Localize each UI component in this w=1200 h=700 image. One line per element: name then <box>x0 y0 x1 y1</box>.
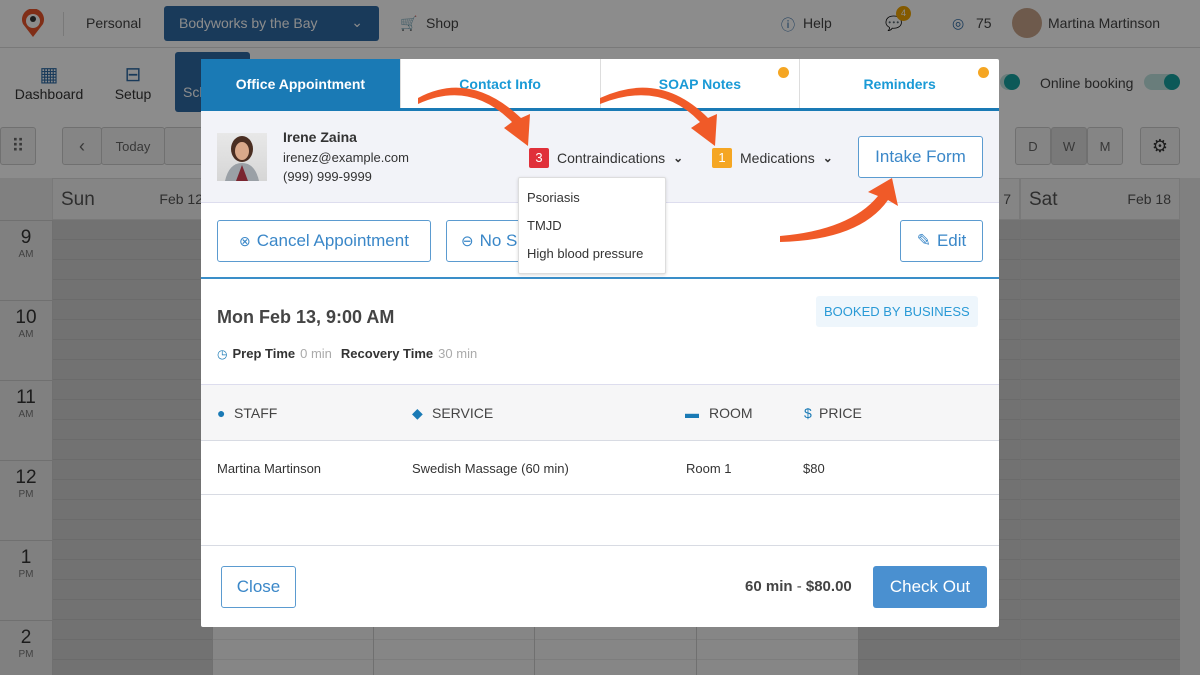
cell-staff: Martina Martinson <box>217 461 322 476</box>
notification-dot <box>978 67 989 78</box>
prep-time-label: Prep Time <box>232 346 296 361</box>
cell-price: $80 <box>803 461 825 476</box>
contraindications-dropdown[interactable]: 3 Contraindications ⌄ <box>529 148 683 168</box>
tab-office-appointment[interactable]: Office Appointment <box>201 59 400 108</box>
cancel-label: Cancel Appointment <box>256 231 409 250</box>
contraindication-item[interactable]: TMJD <box>527 218 562 233</box>
cell-service: Swedish Massage (60 min) <box>412 461 569 476</box>
edit-button[interactable]: ✎ Edit <box>900 220 983 262</box>
cell-room: Room 1 <box>686 461 732 476</box>
cancel-appointment-button[interactable]: ⊗ Cancel Appointment <box>217 220 431 262</box>
header-staff: STAFF <box>234 405 278 421</box>
medications-dropdown[interactable]: 1 Medications ⌄ <box>712 148 833 168</box>
close-button[interactable]: Close <box>221 566 296 608</box>
summary-duration: 60 min <box>745 578 793 595</box>
minus-circle-icon: ⊖ <box>461 233 474 250</box>
intake-form-button[interactable]: Intake Form <box>858 136 983 178</box>
chevron-down-icon: ⌄ <box>673 151 684 165</box>
contraindication-item[interactable]: High blood pressure <box>527 246 643 261</box>
summary: 60 min - $80.00 <box>745 578 852 595</box>
booked-by-badge: BOOKED BY BUSINESS <box>816 296 978 327</box>
recovery-time-value: 30 min <box>438 346 478 361</box>
modal-tabs: Office Appointment Contact Info SOAP Not… <box>201 59 999 111</box>
table-row: Martina Martinson Swedish Massage (60 mi… <box>201 441 999 495</box>
tab-label: Contact Info <box>459 75 541 92</box>
contraindications-label: Contraindications <box>557 150 666 166</box>
medications-count: 1 <box>712 148 732 168</box>
edit-icon: ✎ <box>916 231 931 250</box>
tab-label: Reminders <box>863 75 936 92</box>
check-out-button[interactable]: Check Out <box>873 566 987 608</box>
tab-label: Office Appointment <box>235 75 366 92</box>
tab-label: SOAP Notes <box>658 75 741 92</box>
contraindications-count: 3 <box>529 148 549 168</box>
client-email: irenez@example.com <box>283 150 409 165</box>
appointment-datetime: Mon Feb 13, 9:00 AM <box>217 307 395 327</box>
appointment-modal: Office Appointment Contact Info SOAP Not… <box>201 59 999 627</box>
edit-label: Edit <box>936 231 967 250</box>
client-name[interactable]: Irene Zaina <box>283 129 357 145</box>
appointment-details: Mon Feb 13, 9:00 AM BOOKED BY BUSINESS ◷… <box>201 279 999 385</box>
modal-footer: Close 60 min - $80.00 Check Out <box>201 545 999 627</box>
header-room: ROOM <box>709 405 753 421</box>
notification-dot <box>778 67 790 78</box>
prep-time-value: 0 min <box>300 346 332 361</box>
table-header: ● STAFF ◆ SERVICE ▬ ROOM $ PRICE <box>201 385 999 441</box>
client-phone: (999) 999-9999 <box>283 169 372 184</box>
tab-reminders[interactable]: Reminders <box>799 59 999 108</box>
contraindication-item[interactable]: Psoriasis <box>527 190 580 205</box>
header-price: PRICE <box>819 405 862 421</box>
bed-icon: ▬ <box>685 405 699 421</box>
dollar-icon: $ <box>804 405 812 421</box>
header-service: SERVICE <box>432 405 494 421</box>
client-photo <box>217 133 267 181</box>
clock-icon: ◷ <box>217 346 228 361</box>
cancel-circle-icon: ⊗ <box>239 232 251 249</box>
tab-soap-notes[interactable]: SOAP Notes <box>599 59 800 108</box>
recovery-time-label: Recovery Time <box>340 346 434 361</box>
tab-contact-info[interactable]: Contact Info <box>399 59 600 108</box>
summary-price: $80.00 <box>805 578 852 595</box>
contraindications-menu: Psoriasis TMJD High blood pressure <box>518 177 666 274</box>
chevron-down-icon: ⌄ <box>822 151 833 165</box>
tag-icon: ◆ <box>412 405 423 421</box>
person-icon: ● <box>217 405 226 421</box>
medications-label: Medications <box>740 150 815 166</box>
